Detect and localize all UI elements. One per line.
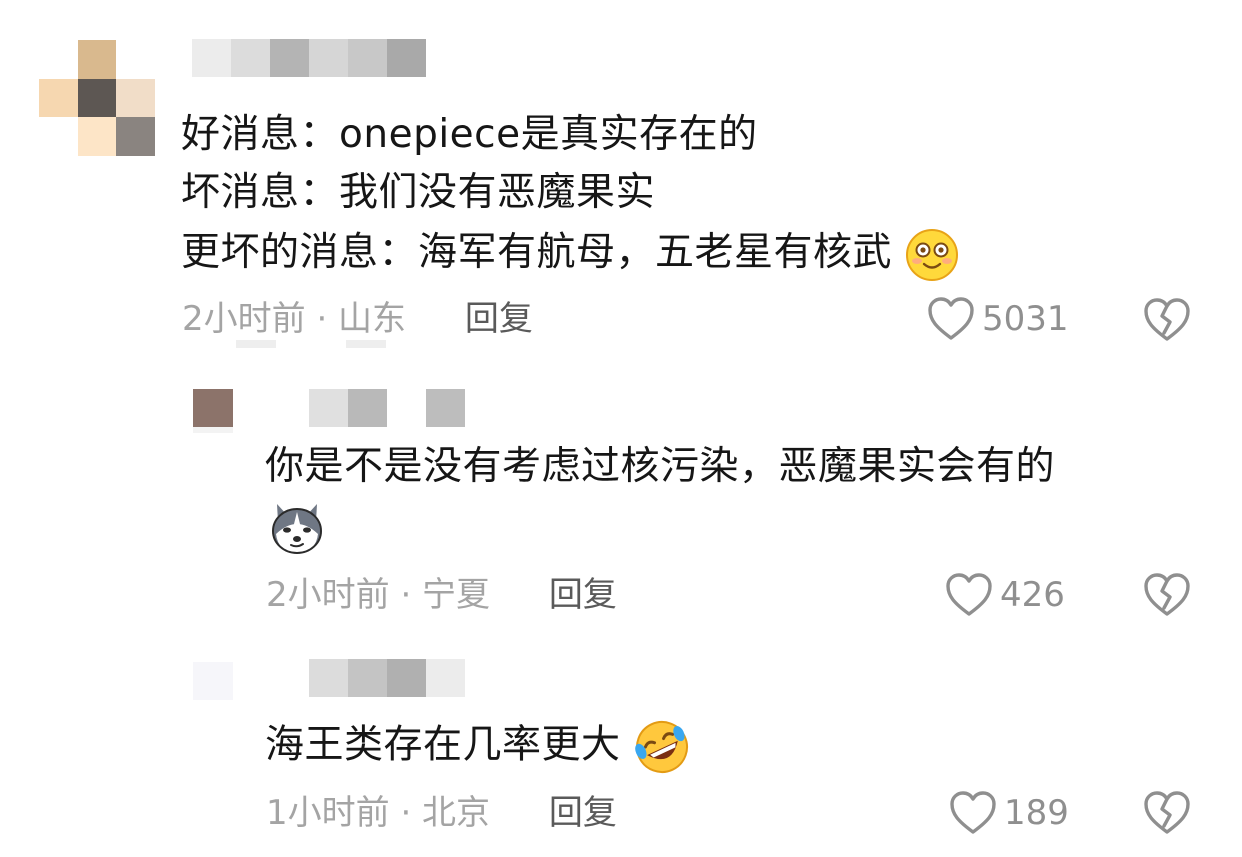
avatar[interactable] [39, 40, 155, 156]
blur-artifact [236, 340, 276, 348]
reply-button[interactable]: 回复 [465, 299, 533, 339]
comment-text-line: 坏消息：我们没有恶魔果实 [181, 170, 656, 215]
comment-text-line: 更坏的消息：海军有航母，五老星有核武 [181, 226, 959, 282]
heart-icon [950, 791, 996, 834]
broken-heart-icon[interactable] [1142, 572, 1192, 618]
husky-dog-emoji [272, 504, 322, 554]
like-count: 189 [1004, 793, 1069, 833]
broken-heart-icon[interactable] [1142, 790, 1192, 836]
broken-heart-icon[interactable] [1142, 297, 1192, 343]
rolling-laughing-emoji [635, 721, 689, 773]
like-button[interactable]: 426 [944, 572, 1065, 618]
heart-icon [946, 573, 992, 616]
reply-button[interactable]: 回复 [549, 793, 617, 833]
comment-meta: 2小时前 · 宁夏 回复 [266, 573, 617, 617]
comment-text-line: 你是不是没有考虑过核污染，恶魔果实会有的 [265, 444, 1056, 489]
blur-artifact [346, 340, 386, 348]
like-button[interactable]: 189 [948, 790, 1069, 836]
comment-text-line: 好消息：onepiece是真实存在的 [181, 112, 758, 157]
time-location: 1小时前 · 北京 [266, 793, 491, 833]
comment-text-line: 海王类存在几率更大 [265, 718, 691, 776]
username[interactable] [192, 39, 426, 77]
like-count: 5031 [982, 299, 1069, 339]
like-count: 426 [1000, 575, 1065, 615]
comment-meta: 1小时前 · 北京 回复 [266, 791, 617, 835]
comment-meta: 2小时前 · 山东 回复 [182, 297, 533, 341]
time-location: 2小时前 · 山东 [182, 299, 407, 339]
time-location: 2小时前 · 宁夏 [266, 575, 491, 615]
avatar[interactable] [193, 662, 233, 700]
like-button[interactable]: 5031 [926, 296, 1069, 342]
avatar[interactable] [193, 389, 233, 433]
smiling-face-emoji [905, 228, 958, 281]
heart-icon [928, 297, 974, 340]
reply-button[interactable]: 回复 [549, 575, 617, 615]
username[interactable] [309, 389, 465, 427]
username[interactable] [309, 659, 465, 697]
